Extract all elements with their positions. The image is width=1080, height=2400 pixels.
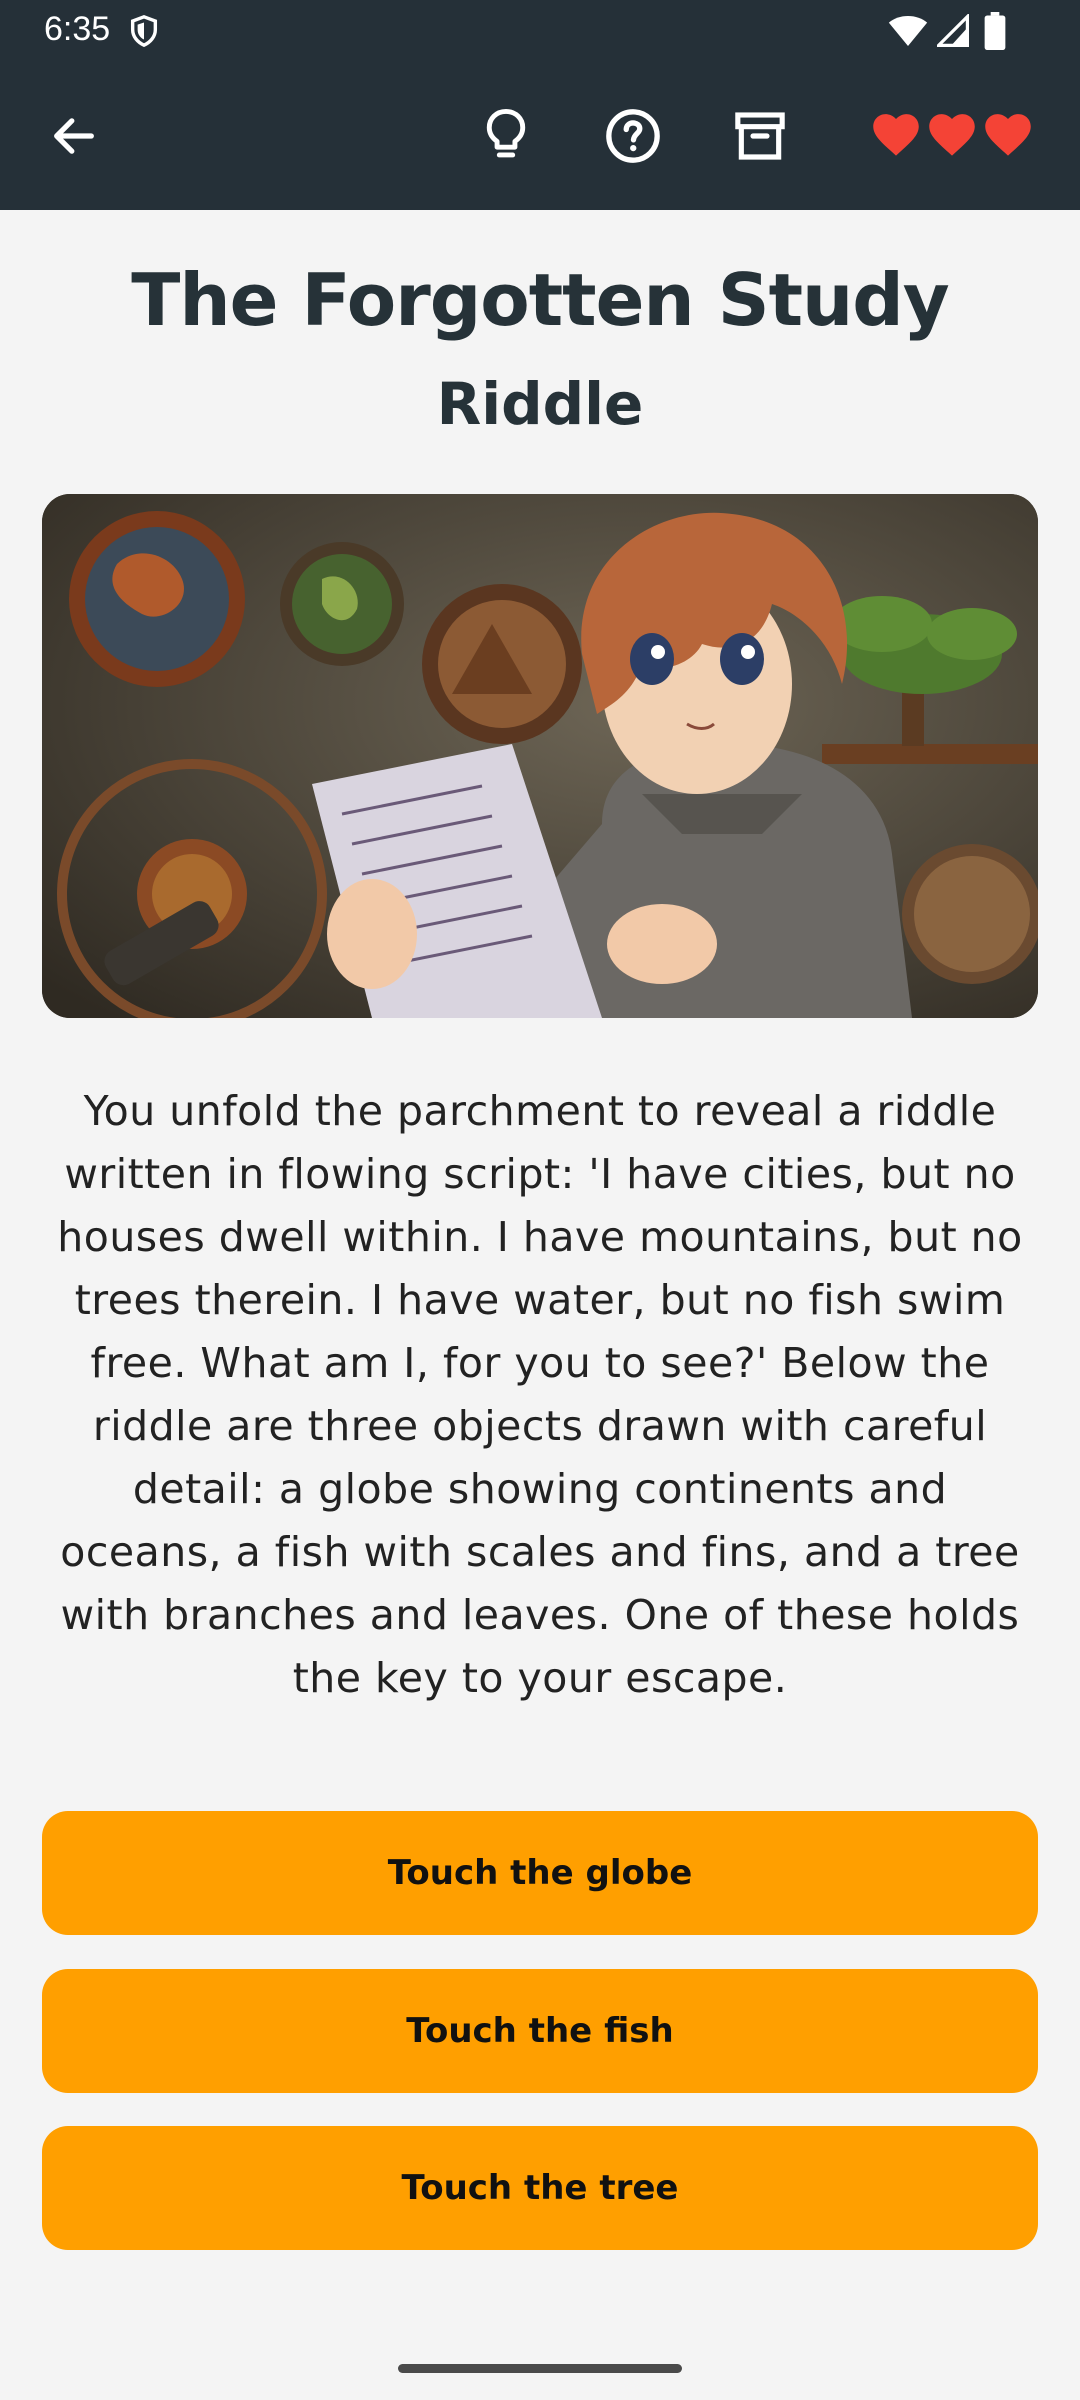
heart-icon — [873, 114, 919, 156]
heart-icon — [929, 114, 975, 156]
wifi-icon — [888, 16, 928, 46]
archive-icon — [735, 112, 785, 160]
status-bar: 6:35 — [0, 0, 1080, 60]
status-time: 6:35 — [44, 10, 111, 48]
choice-button-globe[interactable]: Touch the globe — [42, 1811, 1038, 1935]
signal-icon — [937, 14, 969, 47]
battery-icon — [984, 12, 1006, 50]
lives-indicator — [870, 110, 1034, 160]
page-title: The Forgotten Study — [131, 258, 950, 342]
study-boy-reading-illustration — [42, 494, 1038, 1018]
help-button[interactable] — [597, 100, 669, 172]
scene-illustration — [42, 494, 1038, 1018]
story-text: You unfold the parchment to reveal a rid… — [57, 1087, 1023, 1702]
help-circle-icon — [606, 109, 660, 163]
heart-icon — [985, 114, 1031, 156]
page-subtitle: Riddle — [436, 370, 644, 438]
back-arrow-icon — [54, 118, 94, 154]
lightbulb-icon — [486, 109, 526, 158]
hint-button[interactable] — [470, 100, 542, 172]
back-button[interactable] — [38, 100, 110, 172]
choice-button-fish[interactable]: Touch the fish — [42, 1969, 1038, 2093]
choice-button-tree[interactable]: Touch the tree — [42, 2126, 1038, 2250]
app-bar — [0, 60, 1080, 210]
gesture-nav-handle[interactable] — [398, 2364, 682, 2373]
inventory-button[interactable] — [724, 100, 796, 172]
shield-icon — [130, 15, 158, 48]
